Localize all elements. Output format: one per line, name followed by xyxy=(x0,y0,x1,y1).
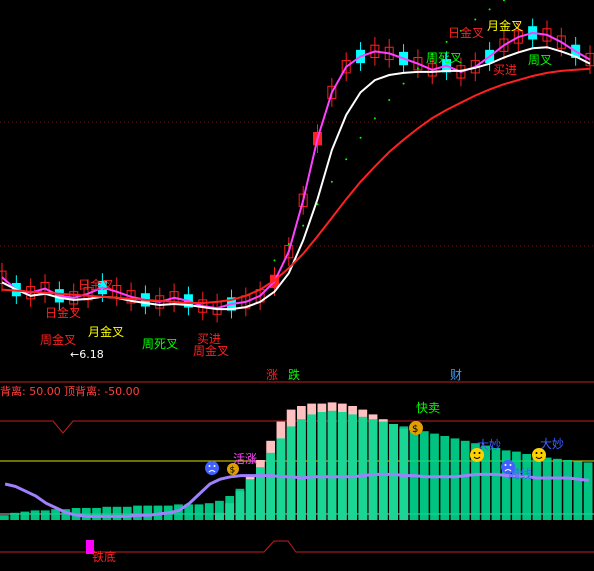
trend-dot xyxy=(287,243,290,246)
annotation: 日金叉 xyxy=(448,25,484,40)
indicator-bar xyxy=(450,438,460,520)
indicator-bar xyxy=(460,440,470,520)
ma-line xyxy=(1,46,591,311)
indicator-bar xyxy=(583,462,593,520)
indicator-bar xyxy=(122,506,132,520)
trend-dot xyxy=(302,224,305,227)
indicator-bar xyxy=(51,509,60,520)
indicator-bar xyxy=(143,505,153,520)
indicator-bar xyxy=(542,457,552,520)
annotation: 活涨 xyxy=(233,451,257,466)
indicator-bar xyxy=(348,414,357,520)
chart-canvas: 日金叉 日金叉 月金叉 周金叉 周金叉 买进 买进 周死叉 周死叉 周叉 日金叉… xyxy=(0,0,594,564)
tag-row: 涨 跌 财 xyxy=(266,367,462,382)
smiley-icon xyxy=(470,448,484,462)
indicator-bar xyxy=(358,416,368,520)
trend-dot xyxy=(474,18,477,21)
indicator-bar xyxy=(389,424,398,520)
bottom-divergence-label: 背离: 50.00 xyxy=(0,384,61,398)
annotation: 日金叉 xyxy=(78,277,114,292)
annotation: 周金叉 xyxy=(40,332,76,347)
indicator-bar xyxy=(245,479,255,520)
indicator-bar xyxy=(133,505,142,520)
main-grid xyxy=(0,121,594,247)
annotation: 周死叉 xyxy=(142,337,178,351)
trend-dot xyxy=(416,67,419,70)
money-bag-icon: $ xyxy=(227,463,239,476)
indicator-bar xyxy=(10,512,19,520)
indicator-bar xyxy=(81,508,91,520)
indicator-bar xyxy=(297,419,306,520)
top-divergence-label: 顶背离: -50.00 xyxy=(64,384,140,398)
smiley-icon xyxy=(532,448,546,462)
annotation: 月金叉 xyxy=(88,324,124,339)
money-bag-icon: $ xyxy=(409,421,423,435)
indicator-bar xyxy=(337,412,347,520)
indicator-bar xyxy=(102,506,112,520)
indicator-bar xyxy=(491,448,501,520)
tag-down: 跌 xyxy=(288,367,300,382)
indicator-bar xyxy=(378,421,388,520)
annotation: 月金叉 xyxy=(487,18,523,33)
indicator-bar xyxy=(112,506,122,520)
indicator-bar xyxy=(266,452,276,520)
indicator-bar xyxy=(553,458,562,520)
annotation: 日金叉 xyxy=(45,305,81,320)
svg-text:$: $ xyxy=(230,466,236,476)
indicator-bar xyxy=(276,438,286,520)
annotation: 周叉 xyxy=(528,53,552,67)
svg-text:$: $ xyxy=(412,424,418,435)
trend-dot xyxy=(388,99,391,101)
indicator-bar xyxy=(92,508,101,520)
trend-dot xyxy=(445,40,448,43)
annotation: 买进 xyxy=(493,63,517,77)
trend-dot xyxy=(330,180,333,183)
indicator-bar xyxy=(307,414,316,520)
indicator-bar xyxy=(286,426,296,520)
annotation: 铁底 xyxy=(92,549,116,564)
indicator-bar xyxy=(573,461,583,520)
trend-dot xyxy=(502,0,505,2)
indicator-bar xyxy=(327,410,337,520)
indicator-bar xyxy=(0,515,9,520)
indicator-bar xyxy=(204,503,214,520)
sad-face-icon xyxy=(205,461,219,475)
annotation: 买进 xyxy=(197,332,221,346)
ma-line xyxy=(1,67,591,304)
annotation: 大妙 xyxy=(540,437,564,451)
trend-dot xyxy=(373,117,376,120)
annotation: 快卖 xyxy=(416,401,440,415)
indicator-bar xyxy=(194,504,204,520)
trend-dot xyxy=(488,8,491,11)
indicator-bar xyxy=(563,460,573,520)
trend-dot xyxy=(345,158,348,161)
indicator-bar xyxy=(235,488,245,520)
indicator-bar xyxy=(225,496,235,520)
trend-dot xyxy=(402,82,405,85)
indicator-bar xyxy=(512,451,521,520)
sad-face-icon xyxy=(501,460,515,474)
bottom-marker xyxy=(86,540,94,554)
trend-dot xyxy=(316,203,319,206)
indicator-bar xyxy=(317,412,327,520)
indicator-bar xyxy=(215,500,224,520)
annotation: 周死叉 xyxy=(426,51,462,65)
indicator-bar xyxy=(30,510,40,520)
trend-dot xyxy=(359,136,362,139)
annotation: ←6.18 xyxy=(70,348,104,361)
indicator-bar xyxy=(368,419,378,520)
tag-wealth: 财 xyxy=(450,368,462,382)
tag-up: 涨 xyxy=(266,367,278,382)
indicator-bar xyxy=(20,511,30,520)
indicator-bar xyxy=(522,454,532,520)
indicator-bar xyxy=(40,510,50,520)
trend-dot xyxy=(273,259,276,262)
indicator-bar xyxy=(399,426,409,520)
indicator-bar xyxy=(532,455,542,520)
